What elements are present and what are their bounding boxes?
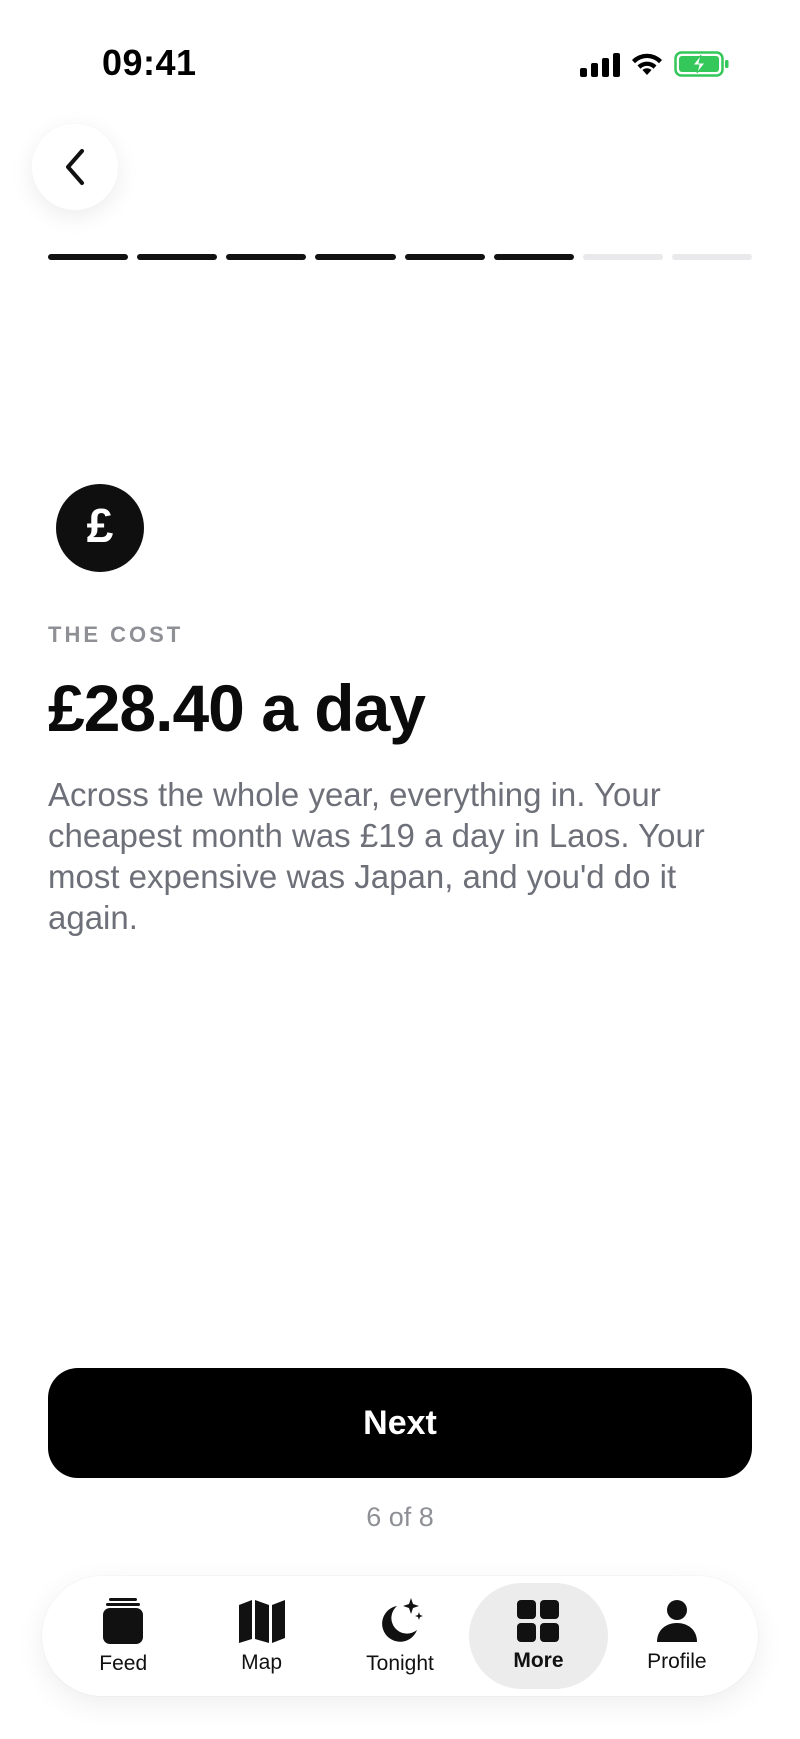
cost-headline: £28.40 a day xyxy=(48,671,426,745)
moon-stars-icon xyxy=(382,1598,424,1642)
tab-label: More xyxy=(513,1649,564,1672)
progress-segment xyxy=(493,254,574,260)
status-time: 09:41 xyxy=(102,42,197,83)
section-eyebrow: THE COST xyxy=(48,622,184,647)
cost-description: Across the whole year, everything in. Yo… xyxy=(48,776,705,936)
tab-label: Map xyxy=(241,1651,283,1674)
back-button[interactable] xyxy=(32,124,118,210)
tab-label: Tonight xyxy=(366,1652,434,1675)
chevron-left-icon xyxy=(66,149,84,185)
progress-segment xyxy=(48,254,129,260)
progress-segment xyxy=(671,254,752,260)
story-progress-bar xyxy=(48,254,752,260)
tab-map[interactable]: Map xyxy=(192,1583,330,1689)
cellular-signal-icon xyxy=(580,51,620,77)
grid-icon xyxy=(517,1600,560,1642)
tab-tonight[interactable]: Tonight xyxy=(331,1583,469,1689)
progress-segment xyxy=(137,254,218,260)
pound-symbol: £ xyxy=(86,500,114,553)
pound-icon: £ xyxy=(56,484,144,572)
map-icon xyxy=(238,1600,285,1643)
progress-segment xyxy=(226,254,307,260)
tab-label: Profile xyxy=(647,1650,707,1673)
tab-more[interactable]: More xyxy=(469,1583,608,1689)
next-button[interactable]: Next xyxy=(48,1368,752,1478)
tab-feed[interactable]: Feed xyxy=(54,1583,192,1689)
progress-segment xyxy=(582,254,663,260)
status-icons xyxy=(580,50,730,78)
person-icon xyxy=(656,1600,697,1642)
feed-icon xyxy=(103,1598,144,1644)
status-bar: 09:41 xyxy=(0,0,800,130)
wifi-icon xyxy=(630,51,664,77)
tab-bar: Feed Map Tonight More Profile xyxy=(42,1576,758,1696)
tab-label: Feed xyxy=(99,1652,148,1675)
tab-profile[interactable]: Profile xyxy=(608,1583,746,1689)
battery-charging-icon xyxy=(674,50,730,78)
progress-segment xyxy=(404,254,485,260)
page-count: 6 of 8 xyxy=(366,1502,434,1532)
progress-segment xyxy=(315,254,396,260)
